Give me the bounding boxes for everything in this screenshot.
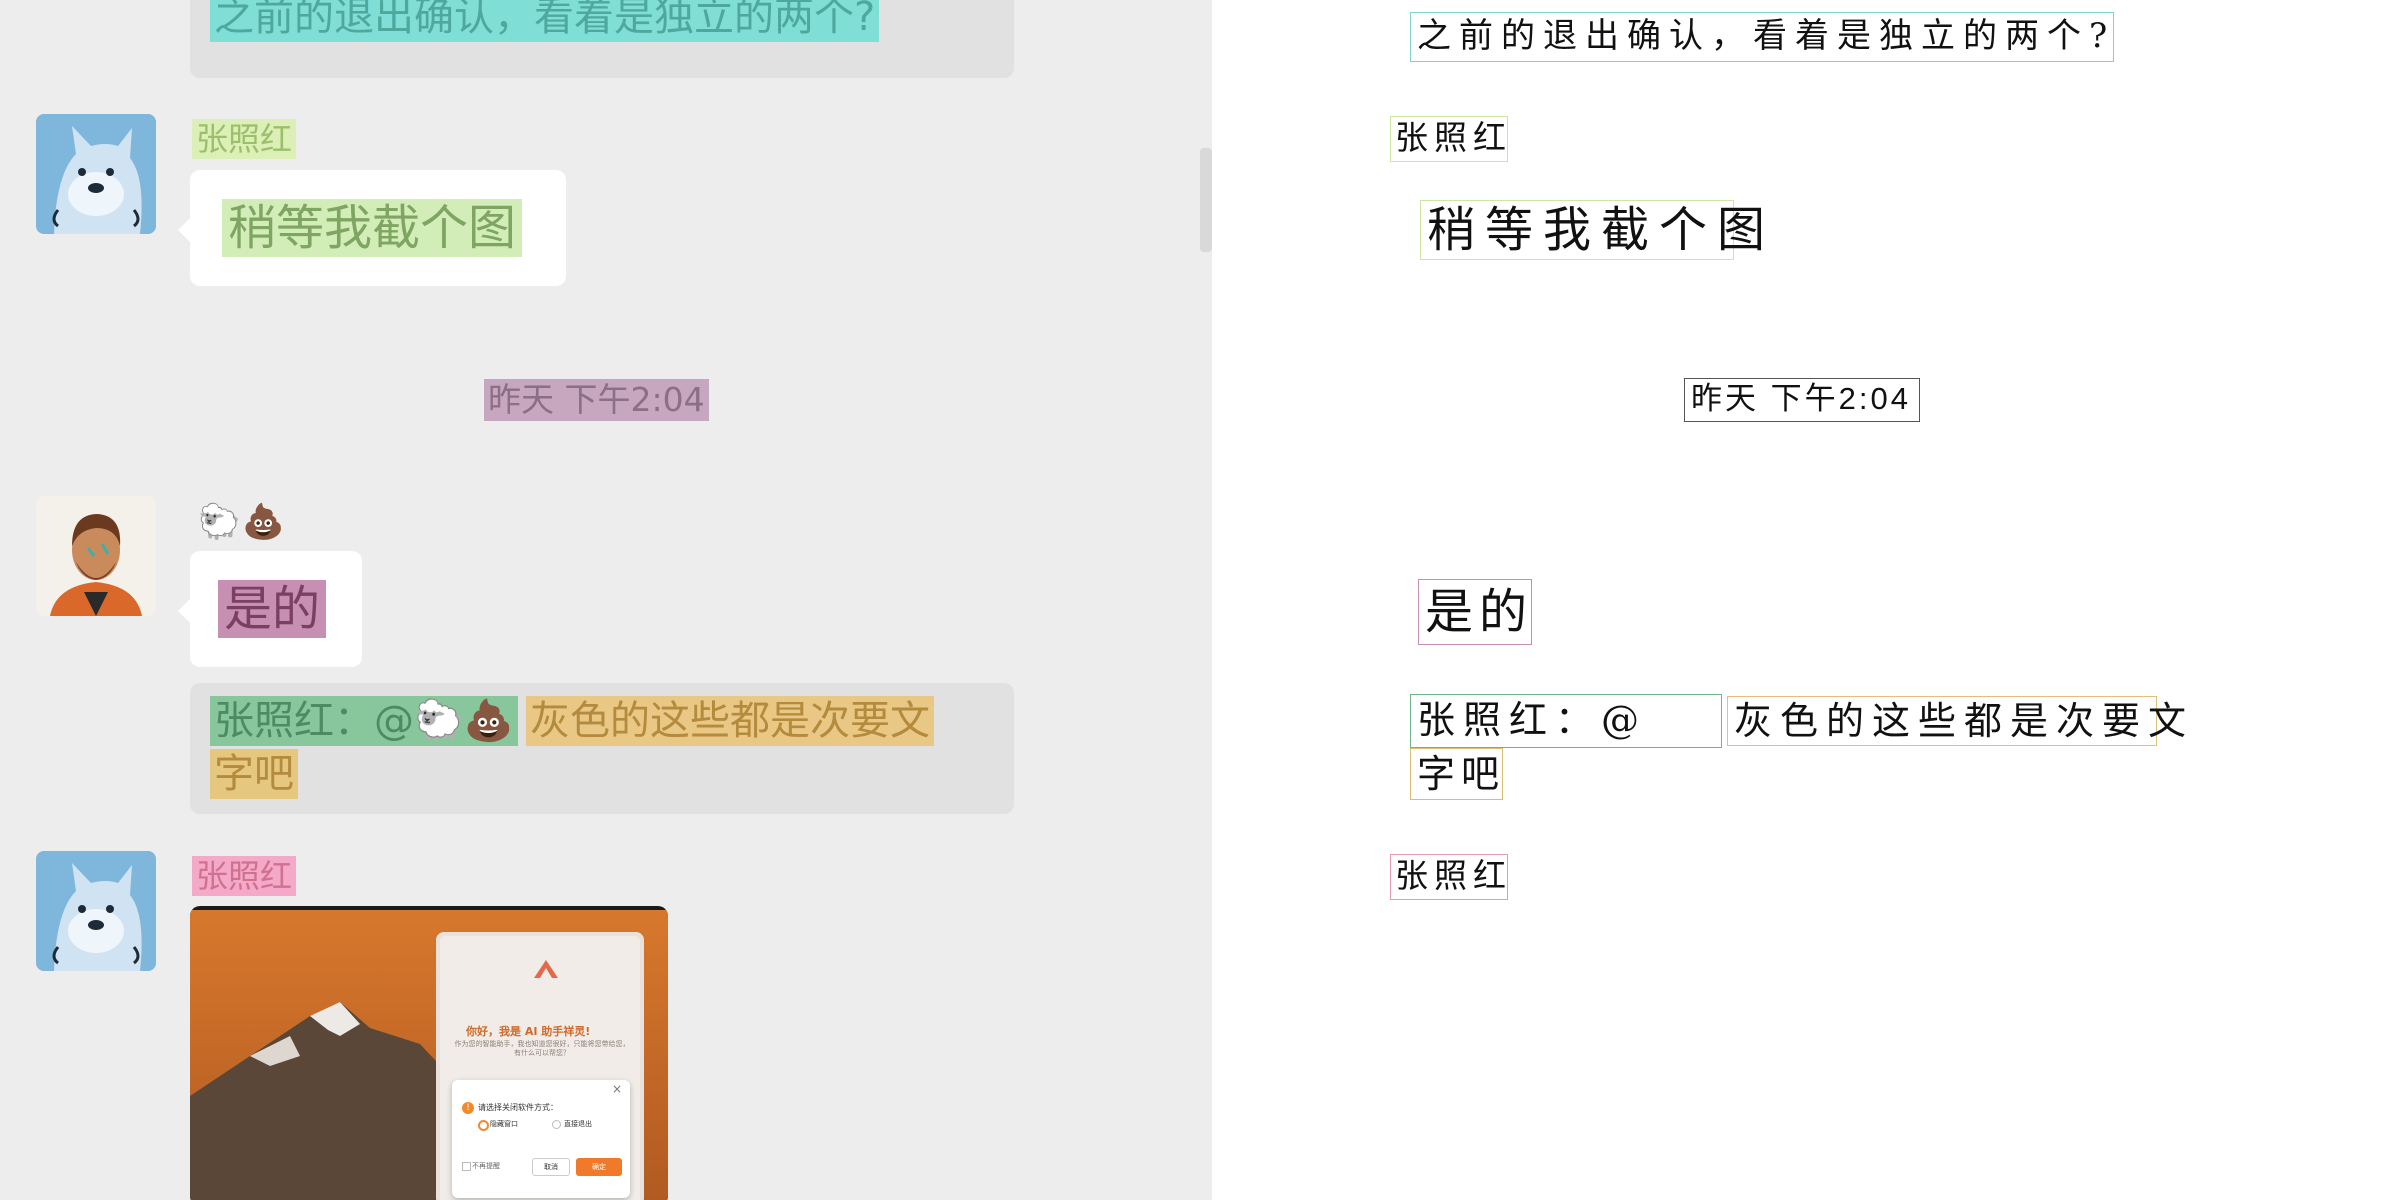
image-dialog-title: 你好，我是 AI 助手祥灵!: [466, 1025, 591, 1038]
image-modal: × ! 请选择关闭软件方式： 隐藏窗口 直接退出 不再提醒 取消 确定: [452, 1080, 630, 1198]
quote-text: 之前的退出确认，看着是独立的两个?: [210, 0, 880, 42]
modal-title: 请选择关闭软件方式：: [478, 1103, 558, 1112]
quote-text-line1: 灰色的这些都是次要文: [526, 696, 934, 746]
message-text: 稍等我截个图: [222, 199, 523, 257]
sender-name: 张照红: [192, 119, 297, 159]
message-bubble[interactable]: 稍等我截个图: [178, 170, 566, 286]
modal-option-2: 直接退出: [564, 1120, 592, 1128]
checkbox-icon: [462, 1162, 471, 1171]
annotation-box: 灰色的这些都是次要文: [1727, 696, 2186, 746]
image-message[interactable]: 你好，我是 AI 助手祥灵! 作为您的智能助手，我也知道您很好，只能将您带给您，…: [190, 906, 668, 1200]
annotation-pane: 之前的退出确认，看着是独立的两个? 张照红 稍等我截个图 昨天 下午2:04 是…: [1212, 0, 2400, 1200]
avatar-doge[interactable]: [36, 851, 156, 971]
annotation-box: 昨天 下午2:04: [1684, 378, 1920, 422]
annotation-box: 张照红：@: [1410, 694, 1722, 748]
modal-cancel-button: 取消: [532, 1158, 570, 1176]
quote-text-line2: 字吧: [210, 749, 298, 799]
quoted-message-top[interactable]: 之前的退出确认，看着是独立的两个?: [190, 0, 1014, 78]
avatar-doge[interactable]: [36, 114, 156, 234]
modal-confirm-button: 确定: [576, 1158, 622, 1176]
annotation-box: 稍等我截个图: [1420, 200, 1765, 260]
annotation-box: 字吧: [1410, 748, 1503, 800]
radio-selected-icon: [478, 1120, 489, 1131]
quote-prefix-text: 张照红：@: [214, 698, 414, 744]
quote-emoji: 🐑💩: [414, 698, 514, 744]
message-text: 是的: [218, 580, 327, 638]
quote-prefix: 张照红：@🐑💩: [210, 696, 518, 746]
annotation-box: 张照红: [1390, 854, 1508, 900]
annotation-box: 张照红: [1390, 116, 1508, 162]
sender-name: 张照红: [192, 856, 297, 896]
annotation-box: 之前的退出确认，看着是独立的两个?: [1410, 12, 2114, 62]
scrollbar[interactable]: [1200, 148, 1212, 252]
timestamp: 昨天 下午2:04: [484, 379, 709, 421]
sender-emoji-name: 🐑💩: [198, 502, 287, 542]
warning-icon: !: [462, 1102, 474, 1114]
annotation-box: 是的: [1418, 579, 1532, 645]
close-icon: ×: [611, 1082, 622, 1096]
image-dialog-subtitle: 作为您的智能助手，我也知道您很好，只能将您带给您，有什么可以帮您？: [454, 1040, 630, 1057]
radio-icon: [552, 1120, 561, 1129]
message-bubble[interactable]: 是的: [178, 551, 362, 667]
chat-pane: 之前的退出确认，看着是独立的两个? 张照红 稍等我截个图 昨天 下午2:04 🐑…: [0, 0, 1212, 1200]
modal-option-1: 隐藏窗口: [490, 1120, 518, 1128]
quoted-message[interactable]: 张照红：@🐑💩 灰色的这些都是次要文 字吧: [190, 683, 1014, 814]
modal-checkbox-label: 不再提醒: [472, 1162, 500, 1170]
avatar-portrait[interactable]: [36, 496, 156, 616]
